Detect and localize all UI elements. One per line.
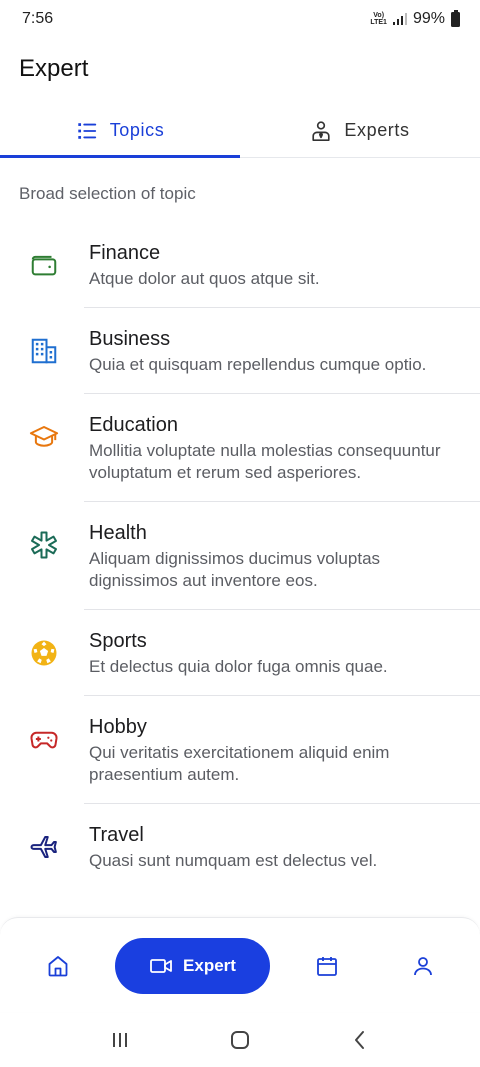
topic-title: Travel: [89, 824, 144, 846]
system-nav-bar: [0, 1012, 480, 1067]
medical-star-icon: [30, 531, 57, 559]
tab-topics[interactable]: Topics: [0, 104, 240, 158]
nav-calendar-button[interactable]: [299, 938, 355, 994]
topic-item-travel[interactable]: Travel Quasi sunt numquam est delectus v…: [0, 803, 480, 889]
status-bar: 7:56 Vo) LTE1 99%: [0, 0, 480, 38]
topic-item-education[interactable]: Education Mollitia voluptate nulla moles…: [0, 393, 480, 501]
signal-icon: [392, 13, 407, 25]
battery-percent: 99%: [412, 10, 445, 27]
tab-experts[interactable]: Experts: [240, 104, 480, 157]
nav-home-button[interactable]: [30, 938, 86, 994]
status-indicators: Vo) LTE1 99%: [370, 9, 460, 28]
topic-title: Sports: [89, 630, 147, 652]
topic-item-health[interactable]: Health Aliquam dignissimos ducimus volup…: [0, 501, 480, 609]
graduation-cap-icon: [29, 426, 58, 447]
volte-icon: Vo) LTE1: [370, 12, 387, 26]
home-system-icon[interactable]: [229, 1029, 251, 1051]
topic-item-hobby[interactable]: Hobby Qui veritatis exercitationem aliqu…: [0, 695, 480, 803]
profile-icon: [414, 957, 432, 976]
topic-title: Hobby: [89, 716, 147, 738]
topic-item-business[interactable]: Business Quia et quisquam repellendus cu…: [0, 307, 480, 393]
topic-title: Finance: [89, 242, 161, 264]
page-title: Expert: [19, 55, 89, 82]
bottom-nav: Expert: [0, 917, 480, 1012]
building-icon: [31, 338, 56, 364]
tab-topics-label: Topics: [109, 120, 165, 140]
topic-title: Education: [89, 414, 178, 436]
topic-list: Finance Atque dolor aut quos atque sit. …: [0, 221, 480, 889]
topic-description: Quasi sunt numquam est delectus vel.: [89, 851, 378, 870]
nav-profile-button[interactable]: [395, 938, 451, 994]
wallet-icon: [31, 255, 56, 276]
soccer-ball-icon: [31, 640, 56, 666]
status-time: 7:56: [22, 10, 54, 27]
battery-icon: [451, 9, 460, 27]
topic-item-sports[interactable]: Sports Et delectus quia dolor fuga omnis…: [0, 609, 480, 695]
topic-description: Aliquam dignissimos ducimus voluptas dig…: [89, 549, 381, 590]
calendar-icon: [317, 957, 337, 976]
topic-title: Health: [89, 522, 147, 544]
video-icon: [150, 959, 172, 973]
topic-description: Qui veritatis exercitationem aliquid eni…: [89, 743, 390, 784]
topic-item-finance[interactable]: Finance Atque dolor aut quos atque sit.: [0, 221, 480, 307]
back-icon[interactable]: [349, 1029, 371, 1051]
topic-title: Business: [89, 328, 171, 350]
topic-description: Mollitia voluptate nulla molestias conse…: [89, 441, 441, 482]
recent-apps-icon[interactable]: [109, 1029, 131, 1051]
list-icon: [77, 122, 96, 139]
tab-bar: Topics Experts: [0, 104, 480, 158]
topic-description: Quia et quisquam repellendus cumque opti…: [89, 355, 427, 374]
airplane-icon: [30, 836, 57, 858]
section-label: Broad selection of topic: [19, 184, 196, 203]
person-tie-icon: [312, 120, 330, 141]
nav-expert-button[interactable]: Expert: [115, 938, 270, 994]
gamepad-icon: [29, 731, 58, 749]
topic-description: Et delectus quia dolor fuga omnis quae.: [89, 657, 388, 676]
tab-experts-label: Experts: [344, 120, 410, 140]
home-icon: [48, 956, 68, 977]
topic-description: Atque dolor aut quos atque sit.: [89, 269, 320, 288]
nav-expert-label: Expert: [183, 956, 236, 975]
